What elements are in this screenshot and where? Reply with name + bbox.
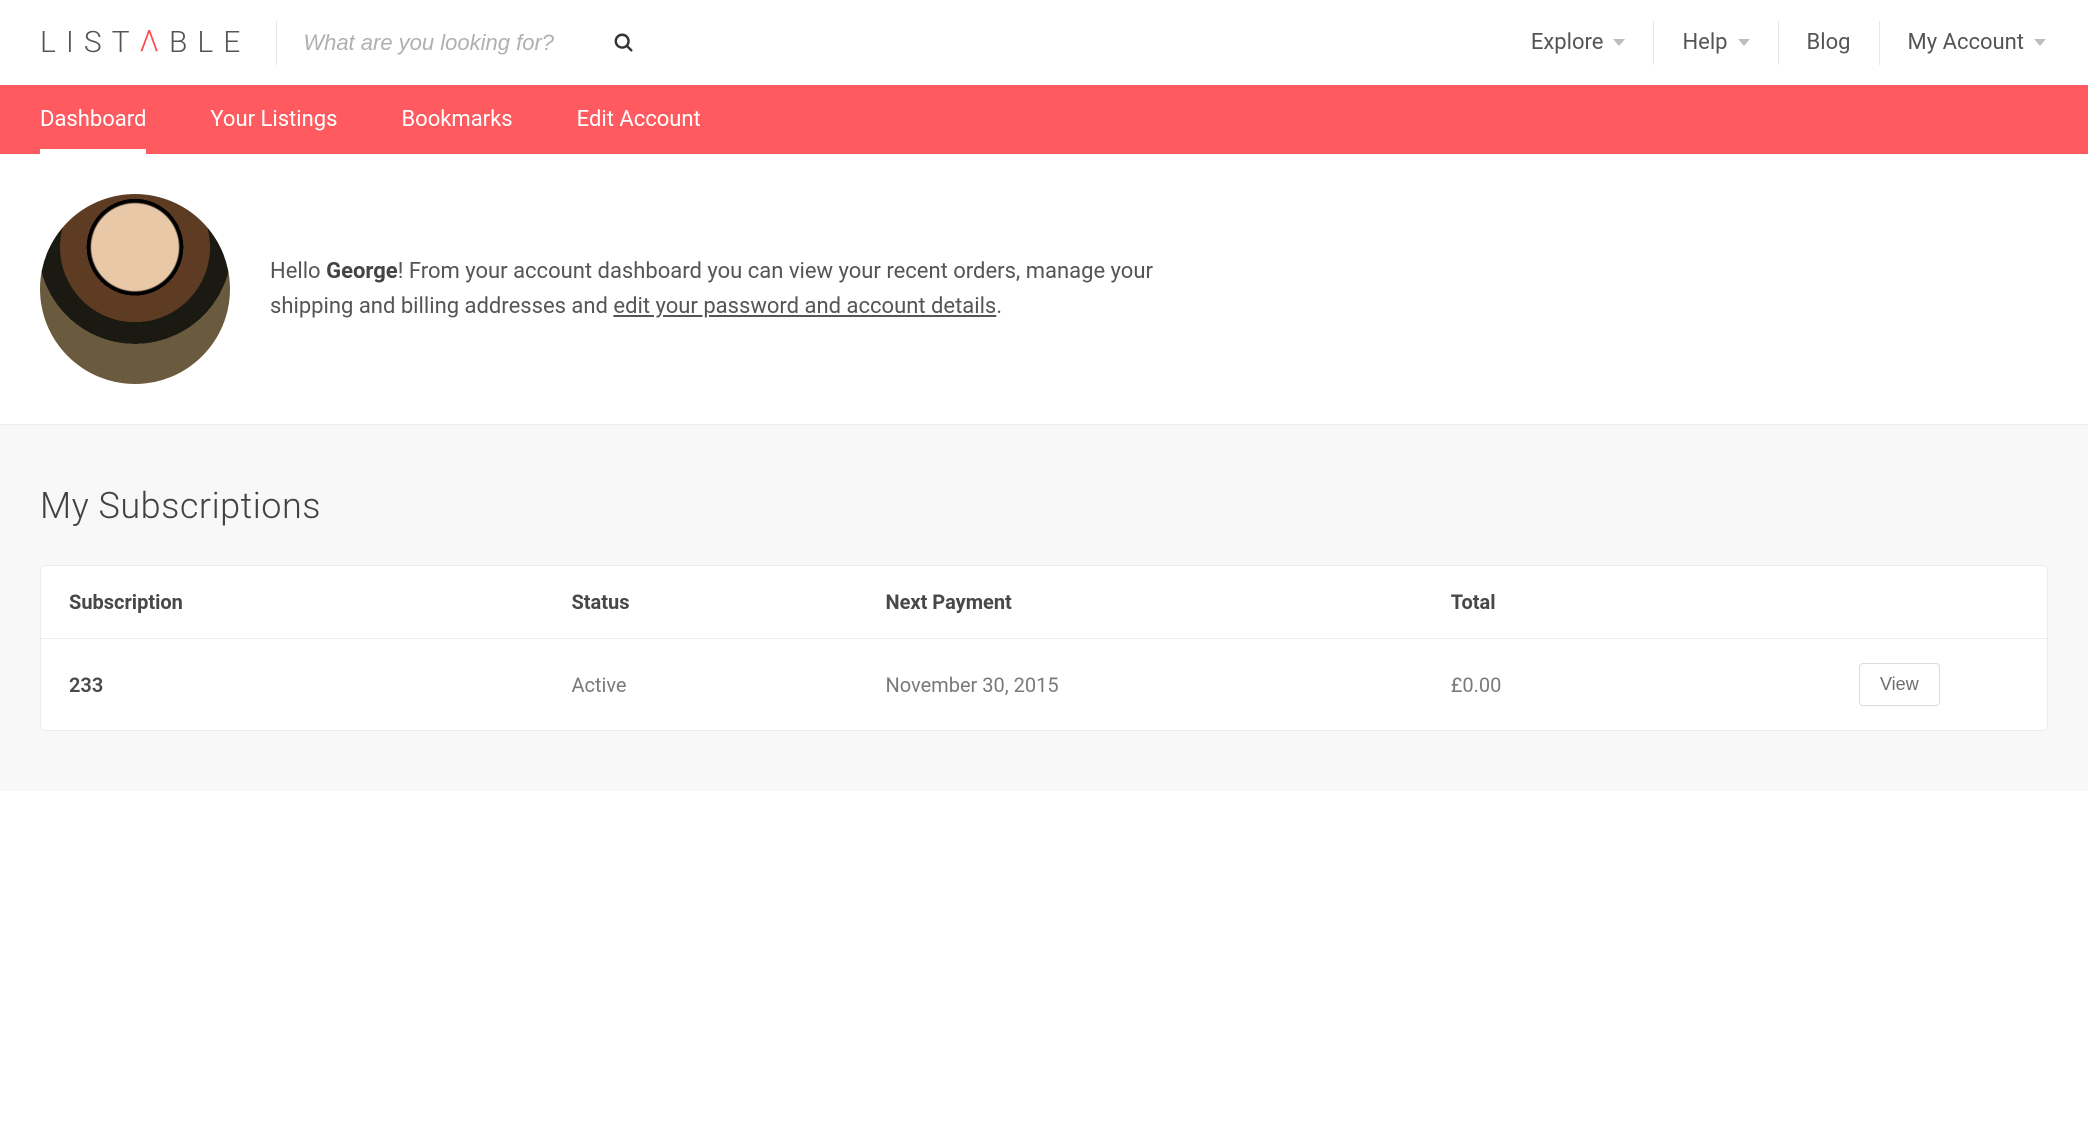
- tab-bookmarks[interactable]: Bookmarks: [401, 85, 512, 154]
- divider: [1778, 21, 1779, 65]
- col-status: Status: [571, 590, 885, 614]
- divider: [1653, 21, 1654, 65]
- logo-letter: E: [223, 25, 250, 60]
- col-subscription: Subscription: [69, 590, 571, 614]
- table-row: 233 Active November 30, 2015 £0.00 View: [41, 639, 2047, 730]
- nav-help[interactable]: Help: [1680, 26, 1751, 59]
- col-total: Total: [1451, 590, 1859, 614]
- search-wrap: [303, 30, 635, 56]
- avatar: [40, 194, 230, 384]
- tab-dashboard[interactable]: Dashboard: [40, 85, 146, 154]
- cell-total: £0.00: [1451, 673, 1859, 697]
- logo-letter: B: [169, 25, 197, 60]
- account-tabs: Dashboard Your Listings Bookmarks Edit A…: [0, 85, 2088, 154]
- nav-explore-label: Explore: [1531, 30, 1604, 55]
- logo-letter: I: [66, 25, 84, 60]
- brand-logo[interactable]: L I S T Λ B L E: [40, 25, 250, 60]
- logo-letter: L: [40, 25, 66, 60]
- welcome-text: Hello George! From your account dashboar…: [270, 254, 1170, 324]
- cell-subscription-id: 233: [69, 673, 571, 697]
- subscriptions-section: My Subscriptions Subscription Status Nex…: [0, 424, 2088, 791]
- nav-blog-label: Blog: [1807, 30, 1851, 55]
- search-icon[interactable]: [613, 32, 635, 54]
- nav-help-label: Help: [1682, 30, 1727, 55]
- chevron-down-icon: [1738, 39, 1750, 46]
- chevron-down-icon: [2034, 39, 2046, 46]
- logo-letter: T: [112, 25, 140, 60]
- cell-next-payment: November 30, 2015: [885, 673, 1450, 697]
- tab-your-listings[interactable]: Your Listings: [210, 85, 337, 154]
- view-button[interactable]: View: [1859, 663, 1940, 706]
- logo-letter: S: [84, 25, 112, 60]
- divider: [1879, 21, 1880, 65]
- welcome-name: George: [326, 259, 398, 284]
- subscriptions-title: My Subscriptions: [40, 485, 2048, 527]
- logo-letter: L: [197, 25, 223, 60]
- cell-actions: View: [1859, 663, 2019, 706]
- welcome-period: .: [996, 294, 1002, 319]
- top-header: L I S T Λ B L E Explore Help Blog: [0, 0, 2088, 85]
- top-nav: Explore Help Blog My Account: [1529, 21, 2048, 65]
- tab-dashboard-label: Dashboard: [40, 107, 146, 132]
- edit-account-link[interactable]: edit your password and account details: [613, 294, 996, 319]
- logo-letter-accent: Λ: [140, 24, 169, 59]
- subscriptions-header-row: Subscription Status Next Payment Total: [41, 566, 2047, 639]
- nav-blog[interactable]: Blog: [1805, 26, 1853, 59]
- tab-edit-account[interactable]: Edit Account: [577, 85, 701, 154]
- tab-edit-account-label: Edit Account: [577, 107, 701, 132]
- welcome-section: Hello George! From your account dashboar…: [0, 154, 2088, 424]
- tab-your-listings-label: Your Listings: [210, 107, 337, 132]
- nav-my-account[interactable]: My Account: [1906, 26, 2048, 59]
- chevron-down-icon: [1613, 39, 1625, 46]
- col-next-payment: Next Payment: [885, 590, 1450, 614]
- subscriptions-card: Subscription Status Next Payment Total 2…: [40, 565, 2048, 731]
- tab-bookmarks-label: Bookmarks: [401, 107, 512, 132]
- nav-my-account-label: My Account: [1908, 30, 2024, 55]
- search-input[interactable]: [303, 30, 603, 56]
- divider: [276, 21, 277, 65]
- nav-explore[interactable]: Explore: [1529, 26, 1628, 59]
- cell-status: Active: [571, 673, 885, 697]
- welcome-hello: Hello: [270, 259, 326, 284]
